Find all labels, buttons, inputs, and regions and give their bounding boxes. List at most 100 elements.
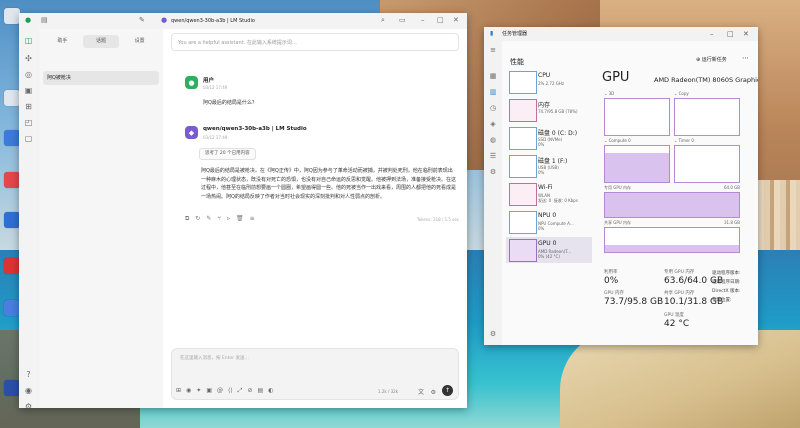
lm-rail: ◫ ✣ ◎ ▣ ⊞ ◰ ▢ ? ◉ ⚙ [19,29,39,408]
close-icon[interactable]: ✕ [453,16,459,24]
settings-icon[interactable]: ⚙ [488,329,498,339]
services-icon[interactable]: ⚙ [488,167,498,177]
hub-icon[interactable]: ⊞ [23,101,34,112]
layout-icon[interactable]: ▭ [399,16,406,24]
graph-fill [605,153,669,182]
tm-rail: ≡ ▦ ▥ ◷ ◈ ◍ ☰ ⚙ ⚙ [484,41,502,345]
code-icon[interactable]: ⟨⟩ [228,387,233,395]
globe-icon[interactable]: ◉ [186,387,191,395]
translate-icon[interactable]: 文 [418,387,424,396]
sidebar-toggle-icon[interactable]: ▤ [41,16,48,24]
regenerate-icon[interactable]: ↻ [195,215,200,223]
more-icon[interactable]: ≡ [250,215,255,223]
tab-assistant[interactable]: 助手 [44,35,80,48]
startup-icon[interactable]: ◈ [488,119,498,129]
token-count: 1.2k / 32k [378,389,398,394]
minimize-icon[interactable]: – [421,16,425,24]
details-icon[interactable]: ☰ [488,151,498,161]
minimize-icon[interactable]: – [710,27,714,41]
window-title[interactable]: qwen/qwen3-30b-a3b | LM Studio [171,18,255,24]
send-button[interactable]: ↑ [442,385,453,396]
lmstudio-logo-icon: ● [25,16,32,24]
desktop-icon[interactable] [4,8,20,24]
section-title: 性能 [510,58,524,66]
graph-label: ⌄ 3D [604,91,615,96]
processes-icon[interactable]: ▦ [488,71,498,81]
desktop-icon[interactable] [4,90,20,106]
attach-icon[interactable]: ⊞ [176,387,181,395]
branch-icon[interactable]: ⑂ [217,215,221,223]
continue-icon[interactable]: ▹ [227,215,230,223]
disk-thumbnail [509,155,537,178]
resource-name: 磁盘 0 (C: D:) [538,130,578,137]
copy-icon[interactable]: ⧉ [185,215,189,223]
new-chat-icon[interactable]: ✎ [139,16,145,24]
graph-label: ⌄ Copy [674,91,689,96]
tab-settings[interactable]: 设置 [122,35,158,48]
desktop-icon[interactable] [4,258,20,274]
resource-name: GPU 0 [538,240,557,247]
util-value: 0% [604,276,619,286]
resource-cpu[interactable]: CPU 2% 2.72 GHz [506,69,592,95]
clear-icon[interactable]: ⊘ [247,387,252,395]
driver-date-label: 驱动程序日期: [712,280,741,285]
template-icon[interactable]: ▤ [258,387,264,395]
taskmanager-logo-icon: ▮ [490,30,494,37]
user-icon[interactable]: ◉ [23,385,34,396]
run-task-button[interactable]: ⊕ 运行新任务 [696,56,727,63]
image-icon[interactable]: ▣ [206,387,212,395]
delete-icon[interactable]: 🗑 [236,215,244,223]
message-footer: Tokens: 218 / 1.5 sec [417,217,459,222]
desktop-icon[interactable] [4,172,20,188]
resource-disk0[interactable]: 磁盘 0 (C: D:) SSD (NVMe) 0% [506,125,592,151]
edit-icon[interactable]: ✎ [206,215,211,223]
menu-icon[interactable]: ≡ [488,45,498,55]
resource-sub: 2% 2.72 GHz [538,81,565,86]
thought-badge[interactable]: 思考了 20 个已用内容 [199,148,256,160]
assistant-avatar: ◆ [185,126,198,139]
system-prompt-input[interactable]: You are a helpful assistant. 在此输入系统提示词… [171,33,459,51]
conversation-item[interactable]: 阿Q被枪决 [43,71,159,85]
settings-small-icon[interactable]: ⚙ [431,389,436,396]
mention-icon[interactable]: @ [217,387,223,395]
desktop-icon[interactable] [4,212,20,228]
discover-icon[interactable]: ✣ [23,53,34,64]
maximize-icon[interactable]: □ [727,27,734,41]
desktop-icon[interactable] [4,380,20,396]
gpu-thumbnail [509,239,537,262]
chat-icon[interactable]: ◫ [23,35,34,46]
chat-input[interactable]: 在这里输入消息，按 Enter 发送… ⊞ ◉ ✦ ▣ @ ⟨⟩ ⤢ ⊘ ▤ ◐… [171,348,459,400]
tab-topics[interactable]: 话题 [82,35,119,48]
resource-gpu[interactable]: GPU 0 AMD Radeon(T... 0% (42 °C) [506,237,592,263]
resource-memory[interactable]: 内存 74.7/95.8 GB (78%) [506,97,592,123]
tool-icon[interactable]: ✦ [196,387,201,395]
desktop-icon[interactable] [4,130,20,146]
assistant-message-text: 阿Q最后的结局是被枪决。在《阿Q正传》中，阿Q因为参与了革命活动而被捕，并被判处… [201,168,457,200]
resource-name: 磁盘 1 (F:) [538,158,568,165]
resource-sub: NPU Compute A... 0% [538,221,574,231]
developer-icon[interactable]: ◎ [23,69,34,80]
users-icon[interactable]: ◍ [488,135,498,145]
search-icon[interactable]: ⌕ [381,16,385,25]
graph-label: ⌄ Timer 0 [674,138,694,143]
maximize-icon[interactable]: □ [437,16,444,24]
graph-compute [604,145,670,183]
close-icon[interactable]: ✕ [743,27,749,41]
files-icon[interactable]: ◰ [23,117,34,128]
desktop-icon[interactable] [4,300,20,316]
more-icon[interactable]: ⋯ [742,54,749,62]
models-icon[interactable]: ▣ [23,85,34,96]
help-icon[interactable]: ? [23,369,34,380]
resource-disk1[interactable]: 磁盘 1 (F:) USB (USB) 0% [506,153,592,179]
resource-npu[interactable]: NPU 0 NPU Compute A... 0% [506,209,592,235]
expand-icon[interactable]: ⤢ [238,387,243,395]
resource-wifi[interactable]: Wi-Fi WLAN 发送: 0 接收: 0 Kbps [506,181,592,207]
history-icon[interactable]: ◷ [488,103,498,113]
folder-icon[interactable]: ▢ [23,133,34,144]
graph-shared [604,227,740,253]
performance-icon[interactable]: ▥ [488,87,498,97]
resource-sub: WLAN 发送: 0 接收: 0 Kbps [538,193,578,203]
settings-icon[interactable]: ⚙ [23,401,34,408]
memory-thumbnail [509,99,537,122]
voice-icon[interactable]: ◐ [268,387,273,395]
